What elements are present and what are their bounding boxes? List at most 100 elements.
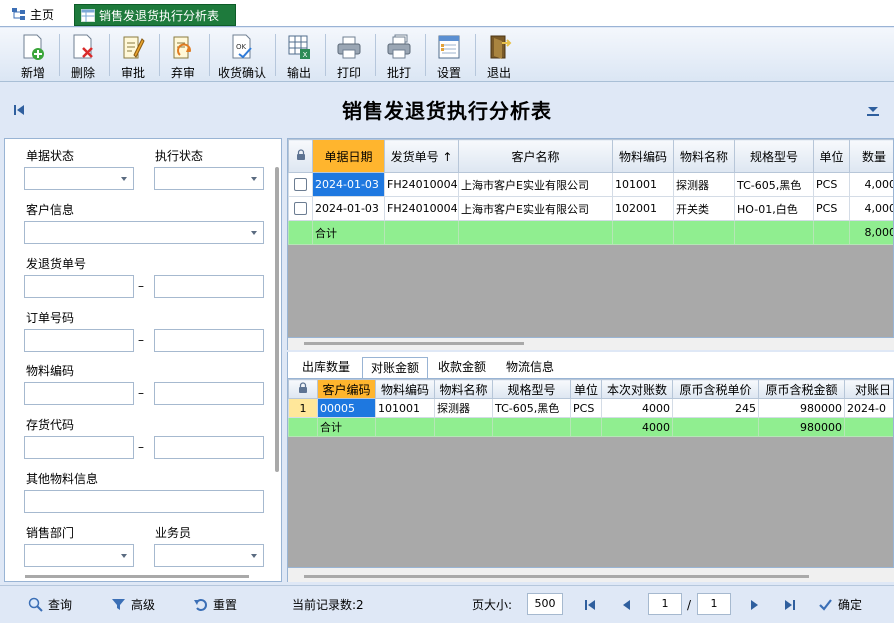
- cell-doc-date[interactable]: 2024-01-03: [312, 196, 385, 221]
- cell-unit[interactable]: PCS: [813, 172, 850, 197]
- other-material-input[interactable]: [24, 490, 264, 513]
- col-header-unit[interactable]: 单位: [813, 139, 850, 173]
- order-no-to-input[interactable]: [154, 329, 264, 352]
- doc-status-select[interactable]: [24, 167, 134, 190]
- tab-logistics-info[interactable]: 物流信息: [500, 357, 560, 378]
- table-row[interactable]: 2024-01-03 FH24010004 上海市客户E实业有限公司 10100…: [288, 172, 893, 197]
- cell-reconcile-qty[interactable]: 4000: [601, 398, 673, 418]
- cell-quantity[interactable]: 4,000: [849, 172, 893, 197]
- cell-spec[interactable]: TC-605,黑色: [734, 172, 814, 197]
- order-no-from-input[interactable]: [24, 329, 134, 352]
- batch-print-button[interactable]: 批打: [378, 30, 420, 80]
- reset-button[interactable]: 重置: [193, 596, 237, 614]
- cell-unit-price[interactable]: 245: [672, 398, 759, 418]
- col-header-material-name[interactable]: 物料名称: [434, 379, 493, 399]
- cell-reconcile-date[interactable]: 2024-0: [844, 398, 893, 418]
- row-checkbox[interactable]: [294, 178, 307, 192]
- exec-status-select[interactable]: [154, 167, 264, 190]
- search-icon: [28, 597, 43, 612]
- material-code-from-input[interactable]: [24, 382, 134, 405]
- cell-customer-name[interactable]: 上海市客户E实业有限公司: [458, 172, 613, 197]
- salesman-select[interactable]: [154, 544, 264, 567]
- col-header-doc-date[interactable]: 单据日期: [312, 139, 385, 173]
- exit-button[interactable]: 退出: [478, 30, 520, 80]
- next-page-icon[interactable]: [747, 598, 761, 612]
- col-header-material-code[interactable]: 物料编码: [612, 139, 674, 173]
- table-row[interactable]: 1 00005 101001 探测器 TC-605,黑色 PCS 4000 24…: [288, 398, 893, 418]
- detail-grid-horizontal-scrollbar[interactable]: [304, 575, 809, 578]
- cell-doc-date[interactable]: 2024-01-03: [312, 172, 385, 197]
- print-button[interactable]: 打印: [328, 30, 370, 80]
- collapse-icon[interactable]: [866, 103, 880, 117]
- lock-column-header[interactable]: [288, 379, 318, 399]
- first-page-icon[interactable]: [583, 598, 597, 612]
- tab-reconcile-amount[interactable]: 对账金额: [362, 357, 428, 378]
- cell-ship-no[interactable]: FH24010004: [384, 196, 459, 221]
- tab-receipt-amount[interactable]: 收款金额: [432, 357, 492, 378]
- settings-button[interactable]: 设置: [428, 30, 470, 80]
- unapprove-button[interactable]: 弃审: [162, 30, 204, 80]
- col-header-spec[interactable]: 规格型号: [734, 139, 814, 173]
- tab-outbound-qty[interactable]: 出库数量: [296, 357, 356, 378]
- add-button[interactable]: 新增: [12, 30, 54, 80]
- col-header-reconcile-qty[interactable]: 本次对账数: [601, 379, 673, 399]
- export-button[interactable]: X 输出: [278, 30, 320, 80]
- cell-material-code[interactable]: 101001: [612, 172, 674, 197]
- filter-horizontal-scrollbar[interactable]: [25, 575, 249, 578]
- cell-customer-name[interactable]: 上海市客户E实业有限公司: [458, 196, 613, 221]
- cell-ship-no[interactable]: FH24010004: [384, 172, 459, 197]
- lock-column-header[interactable]: [288, 139, 313, 173]
- advanced-button[interactable]: 高级: [111, 596, 155, 614]
- cell-material-name[interactable]: 探测器: [673, 172, 735, 197]
- query-button[interactable]: 查询: [28, 596, 72, 614]
- cell-material-code[interactable]: 101001: [375, 398, 435, 418]
- inventory-code-from-input[interactable]: [24, 436, 134, 459]
- col-header-reconcile-date[interactable]: 对账日: [844, 379, 893, 399]
- col-header-amount[interactable]: 原币含税金额: [758, 379, 845, 399]
- cell-material-name[interactable]: 探测器: [434, 398, 493, 418]
- main-grid-horizontal-scrollbar[interactable]: [304, 342, 524, 345]
- material-code-to-input[interactable]: [154, 382, 264, 405]
- cell-customer-code[interactable]: 00005: [317, 398, 376, 418]
- row-checkbox-cell[interactable]: [288, 196, 313, 221]
- row-number[interactable]: 1: [288, 398, 318, 418]
- tab-home[interactable]: 主页: [6, 4, 68, 26]
- cell-quantity[interactable]: 4,000: [849, 196, 893, 221]
- ship-no-from-input[interactable]: [24, 275, 134, 298]
- cell-material-code[interactable]: 102001: [612, 196, 674, 221]
- page-size-input[interactable]: 500: [527, 593, 563, 615]
- col-header-ship-no[interactable]: 发货单号 ↑: [384, 139, 459, 173]
- customer-info-select[interactable]: [24, 221, 264, 244]
- col-header-customer-code[interactable]: 客户编码: [317, 379, 376, 399]
- customer-info-label: 客户信息: [26, 203, 75, 217]
- confirm-button[interactable]: 确定: [818, 596, 862, 614]
- filter-scrollbar[interactable]: [275, 167, 279, 472]
- col-header-material-name[interactable]: 物料名称: [673, 139, 735, 173]
- cell-unit[interactable]: PCS: [570, 398, 602, 418]
- col-header-customer-name[interactable]: 客户名称: [458, 139, 613, 173]
- last-page-icon[interactable]: [783, 598, 797, 612]
- cell-spec[interactable]: TC-605,黑色: [492, 398, 571, 418]
- table-row[interactable]: 2024-01-03 FH24010004 上海市客户E实业有限公司 10200…: [288, 196, 893, 221]
- approve-button[interactable]: 审批: [112, 30, 154, 80]
- cell-unit[interactable]: PCS: [813, 196, 850, 221]
- inventory-code-to-input[interactable]: [154, 436, 264, 459]
- exit-label: 退出: [486, 66, 511, 80]
- cell-spec[interactable]: HO-01,白色: [734, 196, 814, 221]
- ship-no-to-input[interactable]: [154, 275, 264, 298]
- prev-page-icon[interactable]: [620, 598, 634, 612]
- row-checkbox[interactable]: [294, 202, 307, 216]
- row-checkbox-cell[interactable]: [288, 172, 313, 197]
- col-header-unit[interactable]: 单位: [570, 379, 602, 399]
- sales-dept-select[interactable]: [24, 544, 134, 567]
- col-header-quantity[interactable]: 数量: [849, 139, 893, 173]
- col-header-unit-price[interactable]: 原币含税单价: [672, 379, 759, 399]
- cell-material-name[interactable]: 开关类: [673, 196, 735, 221]
- cell-amount[interactable]: 980000: [758, 398, 845, 418]
- delete-button[interactable]: 删除: [62, 30, 104, 80]
- col-header-material-code[interactable]: 物料编码: [375, 379, 435, 399]
- current-page-input[interactable]: 1: [648, 593, 682, 615]
- confirm-receipt-button[interactable]: OK 收货确认: [214, 30, 270, 80]
- tab-report[interactable]: 销售发退货执行分析表: [74, 4, 236, 26]
- col-header-spec[interactable]: 规格型号: [492, 379, 571, 399]
